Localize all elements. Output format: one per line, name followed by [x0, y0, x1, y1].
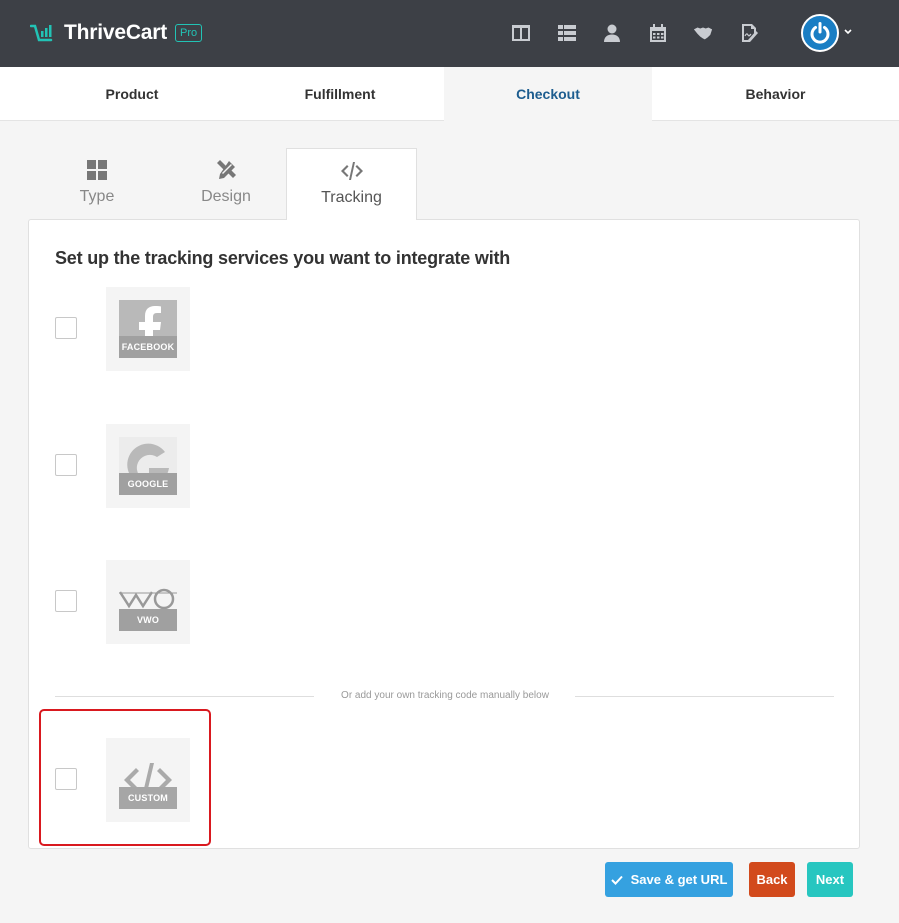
google-checkbox[interactable] [55, 454, 77, 476]
account-avatar[interactable] [801, 14, 839, 52]
main-tab-bar: Product Fulfillment Checkout Behavior [0, 67, 899, 121]
back-button[interactable]: Back [749, 862, 795, 897]
subtab-design-label: Design [201, 188, 251, 205]
handshake-icon[interactable] [692, 22, 714, 44]
tab-fulfillment[interactable]: Fulfillment [236, 67, 444, 121]
custom-checkbox[interactable] [55, 768, 77, 790]
code-icon [340, 162, 363, 180]
logo-text: ThriveCart [64, 21, 168, 44]
tracking-panel: Set up the tracking services you want to… [28, 219, 860, 849]
subtab-tracking-label: Tracking [321, 189, 382, 206]
layout-icon[interactable] [510, 22, 532, 44]
facebook-checkbox[interactable] [55, 317, 77, 339]
user-icon[interactable] [601, 22, 623, 44]
tab-behavior[interactable]: Behavior [652, 67, 899, 121]
facebook-label: FACEBOOK [119, 336, 177, 358]
vwo-label: VWO [119, 609, 177, 631]
top-navbar: ThriveCart Pro [0, 0, 899, 67]
grid-icon [87, 160, 107, 180]
vwo-checkbox[interactable] [55, 590, 77, 612]
header-icon-bar [510, 22, 783, 44]
subtab-design[interactable]: Design [169, 148, 283, 220]
tab-checkout[interactable]: Checkout [444, 67, 652, 121]
vwo-service-tile[interactable]: VWO [106, 560, 190, 644]
tab-product[interactable]: Product [0, 67, 236, 121]
app-logo[interactable]: ThriveCart Pro [30, 20, 203, 46]
subtab-type[interactable]: Type [40, 148, 154, 220]
save-get-url-button[interactable]: Save & get URL [605, 862, 733, 897]
divider-right [575, 696, 834, 697]
google-label: GOOGLE [119, 473, 177, 495]
pro-badge: Pro [175, 24, 203, 42]
design-tools-icon [217, 160, 236, 179]
power-icon [810, 22, 830, 44]
panel-title: Set up the tracking services you want to… [55, 248, 511, 268]
signature-icon[interactable] [738, 22, 760, 44]
calendar-icon[interactable] [647, 22, 669, 44]
chevron-down-icon[interactable] [844, 29, 852, 35]
list-icon[interactable] [556, 22, 578, 44]
custom-service-tile[interactable]: CUSTOM [106, 738, 190, 822]
subtab-type-label: Type [79, 188, 115, 205]
check-icon [610, 875, 623, 885]
next-button[interactable]: Next [807, 862, 853, 897]
facebook-service-tile[interactable]: FACEBOOK [106, 287, 190, 371]
custom-label: CUSTOM [119, 787, 177, 809]
cart-logo-icon [30, 24, 53, 42]
subtab-tracking[interactable]: Tracking [286, 148, 417, 220]
google-service-tile[interactable]: GOOGLE [106, 424, 190, 508]
save-button-label: Save & get URL [630, 872, 728, 887]
